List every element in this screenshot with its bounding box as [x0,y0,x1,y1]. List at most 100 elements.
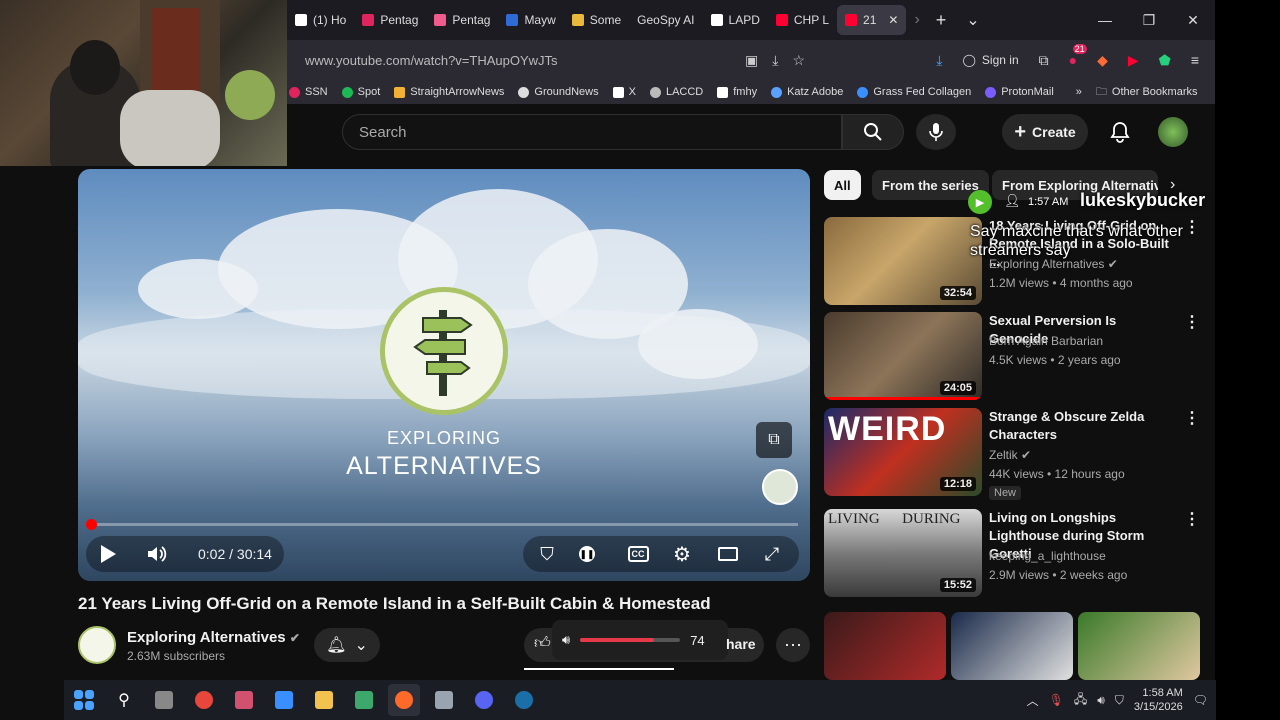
volume-slider[interactable] [580,638,681,642]
recommendation-channel[interactable]: keeping_a_lighthouse [989,549,1106,563]
network-icon[interactable]: 🖧 [1074,690,1087,711]
other-bookmarks-folder[interactable]: 🗀 Other Bookmarks [1096,83,1198,102]
bookmarks-overflow-icon[interactable]: » [1076,86,1082,98]
browser-tab[interactable]: Pentag [426,5,498,35]
close-tab-icon[interactable]: ✕ [888,13,898,27]
fullscreen-button[interactable]: ⤢ [760,543,784,565]
youtube-extension-icon[interactable]: ▶ [1128,52,1139,69]
scrubber-handle[interactable] [86,519,97,530]
short-thumbnail[interactable] [824,612,946,680]
user-avatar[interactable] [1158,117,1188,147]
task-view-button[interactable] [148,684,180,716]
taskbar-app-firefox[interactable] [388,684,420,716]
kebab-menu-icon[interactable]: ⋮ [1184,509,1200,529]
restore-icon[interactable]: ❐ [1127,12,1171,29]
bookmark-item[interactable]: Spot [341,86,380,98]
notification-center-icon[interactable]: 🗨︎ [1193,693,1208,707]
vpn-icon[interactable]: ⛉ [1115,693,1124,708]
chevron-right-icon[interactable]: › [914,11,919,29]
bookmark-item[interactable]: Katz Adobe [771,86,843,98]
channel-name[interactable]: Exploring Alternatives ✔ [127,629,300,646]
autoplay-toggle[interactable]: ❚❚ [576,543,598,565]
chevron-up-icon[interactable]: ︿ [1027,692,1039,709]
bookmark-item[interactable]: ProtonMail [985,86,1054,98]
recommendation-item[interactable]: 24:05 Sexual Perversion Is Genocide Born… [824,312,1204,400]
share-button[interactable]: hare [726,636,756,652]
downloads-icon[interactable]: ⤓ [936,52,942,69]
recommendation-channel[interactable]: Born Again Barbarian [989,334,1103,348]
browser-tab[interactable]: GeoSpy AI [629,5,702,35]
bookmark-star-icon[interactable]: ☆ [792,52,805,69]
close-window-icon[interactable]: ✕ [1171,12,1215,29]
theater-mode-button[interactable] [716,543,740,565]
subscription-bell-button[interactable]: 🔔︎ ⌄ [314,628,380,662]
chip-all[interactable]: All [824,170,861,200]
taskbar-app-discord[interactable] [468,684,500,716]
taskbar-app[interactable] [228,684,260,716]
mute-button[interactable] [144,542,170,566]
adblock-extension-icon[interactable]: ● 21 [1069,44,1087,68]
taskbar-app[interactable] [268,684,300,716]
like-icon[interactable]: 👍︎ [534,634,551,653]
video-thumbnail[interactable]: LIVING DURING 15:52 [824,509,982,597]
short-thumbnail[interactable] [951,612,1073,680]
browser-tab[interactable]: LAPD [703,5,768,35]
bookmark-item[interactable]: fmhy [717,86,757,98]
menu-icon[interactable]: ≡ [1191,52,1199,68]
system-clock[interactable]: 1:58 AM 3/15/2026 [1134,686,1183,714]
shield-extension-icon[interactable]: ⬟ [1159,52,1171,69]
progress-bar[interactable] [90,523,798,526]
short-thumbnail[interactable] [1078,612,1200,680]
minimize-icon[interactable]: — [1083,12,1127,28]
recommendation-title[interactable]: Strange & Obscure Zelda Characters [989,408,1179,444]
extensions-icon[interactable]: ⧉ [1039,52,1049,69]
recommendation-channel[interactable]: Zeltik ✔ [989,448,1031,462]
browser-tab[interactable]: Some [564,5,629,35]
sponsor-block-button[interactable]: ⛉ [536,543,558,565]
taskbar-app[interactable] [428,684,460,716]
taskbar-app-explorer[interactable] [308,684,340,716]
browser-tab[interactable]: CHP L [768,5,837,35]
channel-watermark[interactable] [762,469,798,505]
speaker-icon[interactable]: 🔊︎ [1097,693,1105,708]
search-input[interactable]: Search [342,114,842,150]
miniplayer-button[interactable]: ⧉ [756,422,792,458]
search-button[interactable] [842,114,904,150]
kebab-menu-icon[interactable]: ⋮ [1184,408,1200,428]
browser-tab[interactable]: Mayw [498,5,563,35]
recommendation-item[interactable]: WEIRD 12:18 Strange & Obscure Zelda Chara… [824,408,1204,500]
taskbar-app-chrome[interactable] [188,684,220,716]
microphone-icon[interactable]: 🎙︎ [1049,693,1064,707]
taskbar-app-steam[interactable] [508,684,540,716]
video-thumbnail[interactable]: 24:05 [824,312,982,400]
channel-avatar[interactable] [78,626,116,664]
settings-button[interactable]: ⚙ [670,543,694,566]
video-thumbnail[interactable]: WEIRD 12:18 [824,408,982,496]
video-thumbnail[interactable]: 32:54 [824,217,982,305]
sign-in-button[interactable]: ◯ Sign in [962,53,1018,67]
save-page-icon[interactable]: ⤓ [772,52,778,69]
start-button[interactable] [68,684,100,716]
play-button[interactable] [96,542,120,566]
notifications-button[interactable] [1106,118,1134,146]
bookmark-item[interactable]: X [612,86,636,98]
recommendation-item[interactable]: LIVING DURING 15:52 Living on Longships L… [824,509,1204,597]
browser-tab[interactable]: (1) Ho [287,5,354,35]
kebab-menu-icon[interactable]: ⋮ [1184,312,1200,332]
bookmark-item[interactable]: StraightArrowNews [394,86,504,98]
url-field[interactable]: www.youtube.com/watch?v=THAupOYwJTs [305,53,725,68]
taskbar-app[interactable] [348,684,380,716]
bookmark-item[interactable]: LACCD [649,86,703,98]
new-tab-icon[interactable]: + [936,10,947,31]
bookmark-item[interactable]: Grass Fed Collagen [857,86,971,98]
taskbar-search-button[interactable]: ⚲ [108,684,140,716]
browser-tab-active[interactable]: 21 ✕ [837,5,907,35]
create-button[interactable]: + Create [1002,114,1088,150]
picture-in-picture-icon[interactable]: ▣ [745,52,758,69]
tab-list-icon[interactable]: ⌄ [966,10,979,30]
captions-button[interactable]: CC [626,543,650,565]
browser-tab[interactable]: Pentag [354,5,426,35]
bookmark-item[interactable]: SSN [289,86,328,98]
brave-icon[interactable]: ◆ [1097,52,1108,69]
bookmark-item[interactable]: GroundNews [518,86,599,98]
